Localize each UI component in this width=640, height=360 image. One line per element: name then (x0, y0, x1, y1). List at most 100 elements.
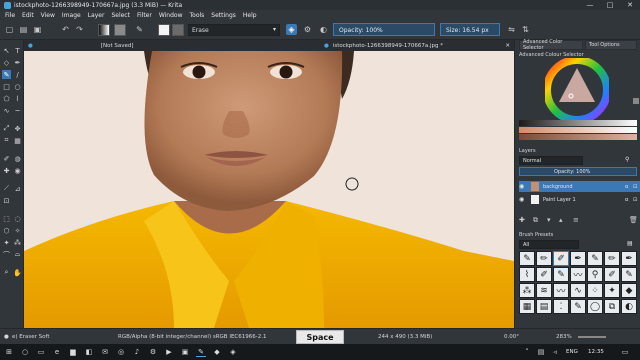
mail-icon[interactable]: ✉ (100, 347, 110, 357)
tab-advanced-color-selector[interactable]: Advanced Color Selector (519, 39, 583, 51)
close-button[interactable]: ✕ (620, 0, 640, 10)
similar-color-selection-tool-icon[interactable]: ⁂ (13, 238, 22, 247)
crop-tool-icon[interactable]: ⌗ (2, 136, 11, 145)
new-document-icon[interactable]: ▢ (4, 24, 15, 35)
menu-file[interactable]: File (3, 12, 20, 19)
brush-preset-chalk[interactable]: ✎ (553, 267, 569, 282)
color-picker-tool-icon[interactable]: ✐ (2, 154, 11, 163)
chrome-icon[interactable]: ◎ (116, 347, 126, 357)
brush-preset-fineliner[interactable]: ✒ (621, 251, 637, 266)
layer-lock-icon[interactable]: ⊡ (633, 197, 640, 203)
layer-lock-icon[interactable]: ⊡ (633, 184, 640, 190)
menu-layer[interactable]: Layer (86, 12, 110, 19)
brush-preset-airbrush[interactable]: ✐ (553, 251, 569, 266)
close-tab-icon[interactable]: ✕ (505, 43, 510, 49)
save-icon[interactable]: ▣ (32, 24, 43, 35)
gradient-tool-icon[interactable]: ▦ (13, 136, 22, 145)
brush-preset-dropdown[interactable]: Erase ▾ (188, 24, 280, 36)
minimize-button[interactable]: — (580, 0, 600, 10)
open-document-icon[interactable]: ▤ (18, 24, 29, 35)
menu-settings[interactable]: Settings (209, 12, 241, 19)
brush-preset-wet[interactable]: 〰 (553, 283, 569, 298)
store-icon[interactable]: ◧ (84, 347, 94, 357)
text-tool-icon[interactable]: T (13, 46, 22, 55)
file-explorer-icon[interactable]: ▆ (68, 347, 78, 357)
rectangle-tool-icon[interactable]: □ (2, 82, 11, 91)
shade-strip-value[interactable] (519, 120, 637, 126)
brush-preset-outline[interactable]: ◯ (587, 299, 603, 314)
freehand-selection-tool-icon[interactable]: ✧ (13, 226, 22, 235)
brush-preset-ink[interactable]: ✒ (570, 251, 586, 266)
blend-mode-dropdown[interactable]: Normal (519, 156, 583, 165)
tab-unsaved[interactable]: ● [Not Saved] (28, 40, 188, 51)
settings-icon[interactable]: ⚙ (148, 347, 158, 357)
brush-preset-blender[interactable]: ⚲ (587, 267, 603, 282)
network-icon[interactable]: ▤ (536, 347, 546, 357)
add-layer-icon[interactable]: ✚ (519, 216, 525, 224)
menu-view[interactable]: View (39, 12, 60, 19)
brush-preset-watercolor[interactable]: ✐ (604, 267, 620, 282)
app-icon-2[interactable]: ◈ (228, 347, 238, 357)
menu-edit[interactable]: Edit (20, 12, 39, 19)
brush-preset-pen[interactable]: ✏ (604, 251, 620, 266)
bezier-selection-tool-icon[interactable]: ⌒ (2, 250, 11, 259)
pan-tool-icon[interactable]: ✋ (13, 268, 22, 277)
menu-filter[interactable]: Filter (135, 12, 157, 19)
blend-mode-icon[interactable]: ◐ (318, 24, 329, 35)
brush-filter-dropdown[interactable]: All (519, 240, 579, 249)
colorize-mask-tool-icon[interactable]: ◍ (13, 154, 22, 163)
tab-tool-options[interactable]: Tool Options (585, 40, 637, 50)
brush-view-options-icon[interactable]: ▤ (627, 240, 633, 247)
color-history-icon[interactable] (633, 98, 639, 104)
menu-tools[interactable]: Tools (188, 12, 210, 19)
background-color-swatch[interactable] (172, 24, 184, 36)
zoom-tool-icon[interactable]: ⌕ (2, 268, 11, 277)
polygon-tool-icon[interactable]: ⬠ (2, 94, 11, 103)
freehand-brush-tool-icon[interactable]: ✎ (2, 70, 11, 79)
mirror-vertical-icon[interactable]: ⇅ (520, 24, 531, 35)
move-layer-up-icon[interactable]: ▴ (559, 216, 563, 224)
line-tool-icon[interactable]: / (13, 70, 22, 79)
shade-strip-saturation[interactable] (519, 127, 637, 133)
bezier-tool-icon[interactable]: ∿ (2, 106, 11, 115)
rectangular-selection-tool-icon[interactable]: ⬚ (2, 214, 11, 223)
menu-image[interactable]: Image (60, 12, 86, 19)
windows-start-icon[interactable]: ⊞ (4, 347, 14, 357)
freehand-path-tool-icon[interactable]: ~ (13, 106, 22, 115)
brush-preset-charcoal[interactable]: ✐ (536, 267, 552, 282)
brush-preset-dots[interactable]: ⁚ (553, 299, 569, 314)
language-indicator[interactable]: ENG (566, 349, 578, 355)
brush-preset-pencil[interactable]: ✏ (536, 251, 552, 266)
krita-taskbar-icon[interactable]: ✎ (196, 347, 206, 357)
photos-icon[interactable]: ▣ (180, 347, 190, 357)
select-shapes-tool-icon[interactable]: ↖ (2, 46, 11, 55)
menu-help[interactable]: Help (241, 12, 262, 19)
clock[interactable]: 12:35 (588, 349, 604, 355)
notifications-icon[interactable]: ▭ (620, 347, 630, 357)
redo-icon[interactable]: ↷ (74, 24, 85, 35)
move-tool-icon[interactable]: ✥ (13, 124, 22, 133)
volume-icon[interactable]: ◃ (550, 347, 560, 357)
brush-preset-bristles[interactable]: ✎ (621, 267, 637, 282)
brush-preset-hatch[interactable]: ▤ (536, 299, 552, 314)
foreground-color-swatch[interactable] (158, 24, 170, 36)
brush-preset-eraser[interactable]: ✎ (519, 251, 535, 266)
smart-patch-tool-icon[interactable]: ✚ (2, 166, 11, 175)
calligraphy-tool-icon[interactable]: ✒ (13, 58, 22, 67)
color-wheel[interactable] (545, 58, 609, 122)
layer-opacity-slider[interactable]: Opacity: 100% (519, 167, 637, 176)
magnetic-selection-tool-icon[interactable]: ⌓ (13, 250, 22, 259)
brush-preset-shape[interactable]: ◆ (621, 283, 637, 298)
canvas[interactable] (24, 51, 514, 328)
layer-properties-icon[interactable]: ≡ (573, 216, 579, 224)
filter-layers-icon[interactable]: ⚲ (625, 156, 629, 163)
maximize-button[interactable]: □ (600, 0, 620, 10)
duplicate-layer-icon[interactable]: ⧉ (533, 216, 538, 225)
opacity-slider[interactable]: Opacity: 100% (333, 23, 435, 36)
search-icon[interactable]: ○ (20, 347, 30, 357)
alpha-lock-icon[interactable]: α (625, 184, 633, 190)
elliptical-selection-tool-icon[interactable]: ◌ (13, 214, 22, 223)
layer-row-paint-layer-1[interactable]: ◉ Paint Layer 1 α ⊡ (519, 194, 640, 205)
chevron-up-icon[interactable]: ˄ (522, 347, 532, 357)
menu-select[interactable]: Select (109, 12, 135, 19)
